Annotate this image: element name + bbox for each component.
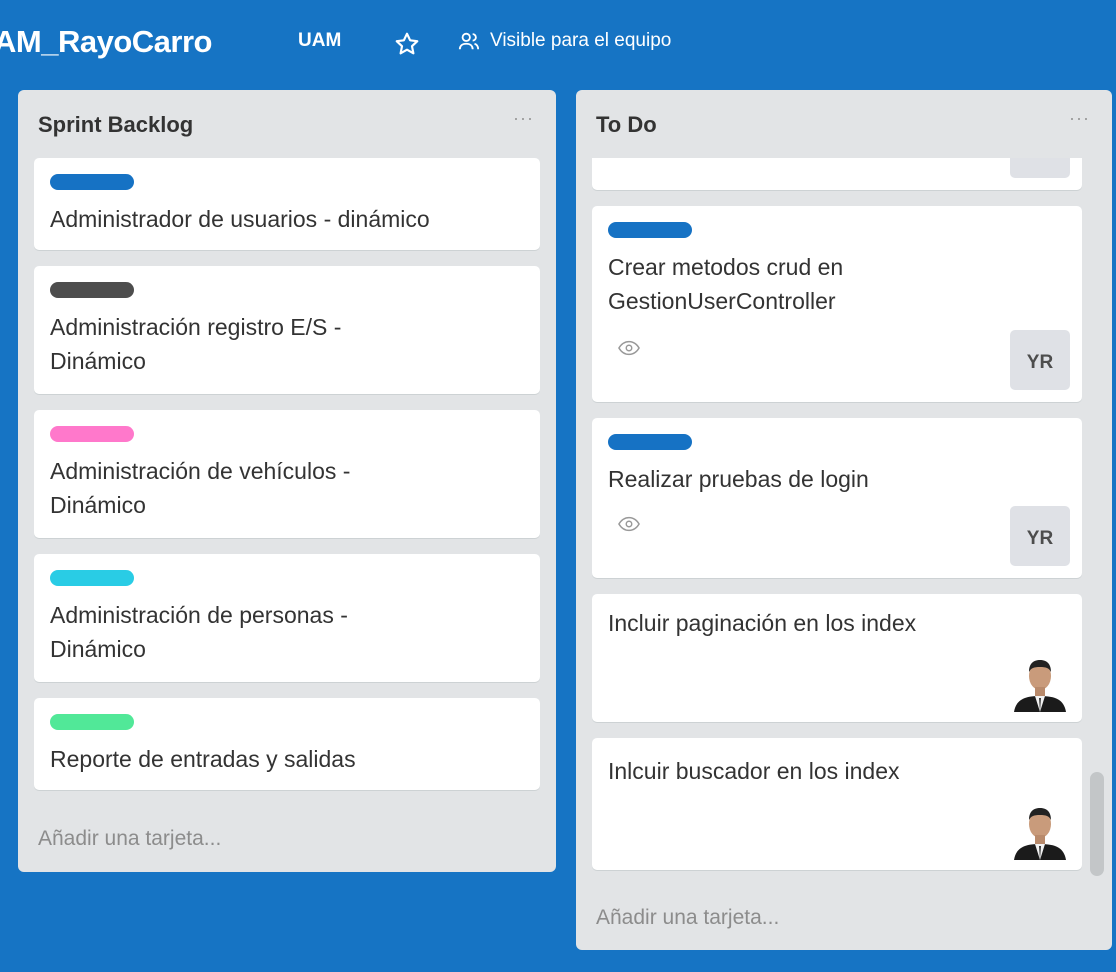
card-label	[50, 174, 134, 190]
card[interactable]: Administración de personas - Dinámico	[34, 554, 540, 682]
list-menu-button[interactable]: ···	[513, 108, 534, 129]
card-title: Administración registro E/S - Dinámico	[50, 314, 342, 374]
card-title: Administración de vehículos - Dinámico	[50, 458, 351, 518]
card-title: Crear metodos crud en GestionUserControl…	[608, 254, 844, 314]
card[interactable]: Crear metodos crud en GestionUserControl…	[592, 206, 1082, 402]
avatar[interactable]	[1010, 800, 1070, 860]
card[interactable]	[592, 158, 1082, 190]
avatar[interactable]	[1010, 652, 1070, 712]
card[interactable]: Incluir paginación en los index	[592, 594, 1082, 722]
member-initials[interactable]: YR	[1010, 330, 1070, 390]
card-label	[608, 434, 692, 450]
add-card-button[interactable]: Añadir una tarjeta...	[38, 827, 221, 851]
list-sprint-backlog: Sprint Backlog ··· Administrador de usua…	[18, 90, 556, 872]
visibility-label: Visible para el equipo	[490, 30, 672, 51]
card-label	[50, 282, 134, 298]
list-title[interactable]: To Do	[596, 112, 657, 138]
eye-icon	[618, 340, 640, 356]
card-title: Reporte de entradas y salidas	[50, 746, 356, 772]
card[interactable]: Administrador de usuarios - dinámico	[34, 158, 540, 250]
team-button[interactable]: UAM	[298, 30, 341, 52]
card-title: Administración de personas - Dinámico	[50, 602, 348, 662]
card-label	[50, 426, 134, 442]
board-header: AM_RayoCarro UAM Visible para el equipo	[0, 0, 1116, 88]
list-scrollbar[interactable]	[1090, 772, 1104, 876]
star-icon[interactable]	[394, 31, 420, 57]
team-icon	[458, 32, 480, 50]
card-label	[50, 570, 134, 586]
card[interactable]: Realizar pruebas de login YR	[592, 418, 1082, 578]
visibility-button[interactable]: Visible para el equipo	[458, 30, 671, 52]
card[interactable]: Inlcuir buscador en los index	[592, 738, 1082, 870]
board-title[interactable]: AM_RayoCarro	[0, 24, 212, 60]
card-title: Incluir paginación en los index	[608, 610, 917, 636]
eye-icon	[618, 516, 640, 532]
card-title: Inlcuir buscador en los index	[608, 758, 900, 784]
card[interactable]: Reporte de entradas y salidas	[34, 698, 540, 790]
card-title: Administrador de usuarios - dinámico	[50, 206, 430, 232]
card-label	[608, 222, 692, 238]
card-label	[50, 714, 134, 730]
list-menu-button[interactable]: ···	[1069, 108, 1090, 129]
card[interactable]: Administración registro E/S - Dinámico	[34, 266, 540, 394]
card-title: Realizar pruebas de login	[608, 466, 869, 492]
member-initials[interactable]: YR	[1010, 506, 1070, 566]
add-card-button[interactable]: Añadir una tarjeta...	[596, 906, 779, 930]
card[interactable]: Administración de vehículos - Dinámico	[34, 410, 540, 538]
member-badge	[1010, 158, 1070, 178]
list-title[interactable]: Sprint Backlog	[38, 112, 193, 138]
list-to-do: To Do ··· Crear metodos crud en GestionU…	[576, 90, 1112, 950]
